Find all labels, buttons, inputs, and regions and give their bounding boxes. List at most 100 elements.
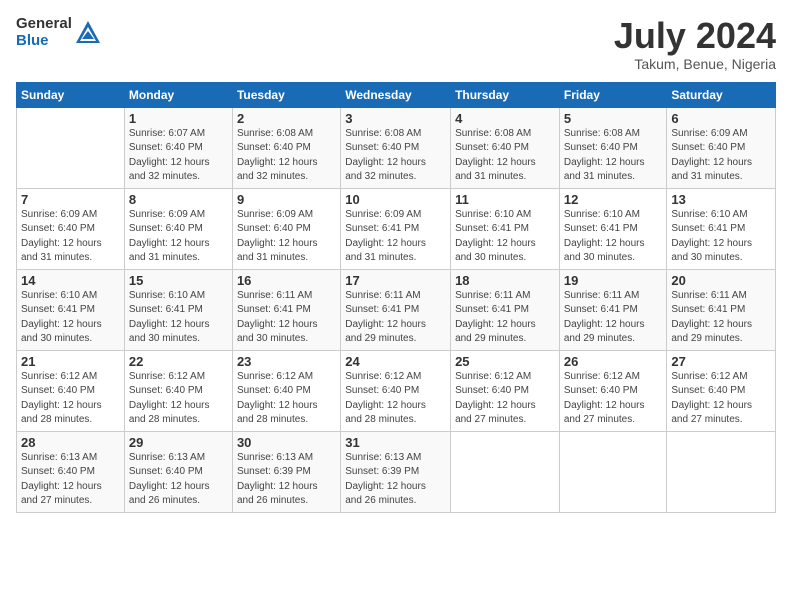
week-row-2: 7Sunrise: 6:09 AM Sunset: 6:40 PM Daylig… xyxy=(17,188,776,269)
col-monday: Monday xyxy=(124,82,232,107)
calendar-table: Sunday Monday Tuesday Wednesday Thursday… xyxy=(16,82,776,513)
day-number: 1 xyxy=(129,111,228,126)
day-number: 15 xyxy=(129,273,228,288)
table-row: 23Sunrise: 6:12 AM Sunset: 6:40 PM Dayli… xyxy=(232,350,340,431)
table-row: 21Sunrise: 6:12 AM Sunset: 6:40 PM Dayli… xyxy=(17,350,125,431)
day-number: 2 xyxy=(237,111,336,126)
day-number: 11 xyxy=(455,192,555,207)
logo-blue: Blue xyxy=(16,33,72,50)
title-block: July 2024 Takum, Benue, Nigeria xyxy=(614,16,776,72)
day-info: Sunrise: 6:13 AM Sunset: 6:39 PM Dayligh… xyxy=(345,451,446,509)
day-info: Sunrise: 6:13 AM Sunset: 6:40 PM Dayligh… xyxy=(21,451,120,509)
table-row: 18Sunrise: 6:11 AM Sunset: 6:41 PM Dayli… xyxy=(451,269,560,350)
table-row: 19Sunrise: 6:11 AM Sunset: 6:41 PM Dayli… xyxy=(559,269,667,350)
table-row: 5Sunrise: 6:08 AM Sunset: 6:40 PM Daylig… xyxy=(559,107,667,188)
table-row: 29Sunrise: 6:13 AM Sunset: 6:40 PM Dayli… xyxy=(124,431,232,512)
week-row-5: 28Sunrise: 6:13 AM Sunset: 6:40 PM Dayli… xyxy=(17,431,776,512)
logo-general: General xyxy=(16,16,72,33)
day-number: 30 xyxy=(237,435,336,450)
day-number: 14 xyxy=(21,273,120,288)
col-friday: Friday xyxy=(559,82,667,107)
col-sunday: Sunday xyxy=(17,82,125,107)
day-info: Sunrise: 6:13 AM Sunset: 6:40 PM Dayligh… xyxy=(129,451,228,509)
week-row-1: 1Sunrise: 6:07 AM Sunset: 6:40 PM Daylig… xyxy=(17,107,776,188)
col-saturday: Saturday xyxy=(667,82,776,107)
table-row: 31Sunrise: 6:13 AM Sunset: 6:39 PM Dayli… xyxy=(341,431,451,512)
day-info: Sunrise: 6:10 AM Sunset: 6:41 PM Dayligh… xyxy=(564,208,663,266)
day-info: Sunrise: 6:09 AM Sunset: 6:40 PM Dayligh… xyxy=(237,208,336,266)
day-info: Sunrise: 6:12 AM Sunset: 6:40 PM Dayligh… xyxy=(129,370,228,428)
day-info: Sunrise: 6:09 AM Sunset: 6:41 PM Dayligh… xyxy=(345,208,446,266)
day-number: 20 xyxy=(671,273,771,288)
week-row-4: 21Sunrise: 6:12 AM Sunset: 6:40 PM Dayli… xyxy=(17,350,776,431)
table-row: 7Sunrise: 6:09 AM Sunset: 6:40 PM Daylig… xyxy=(17,188,125,269)
day-number: 7 xyxy=(21,192,120,207)
table-row: 25Sunrise: 6:12 AM Sunset: 6:40 PM Dayli… xyxy=(451,350,560,431)
day-info: Sunrise: 6:09 AM Sunset: 6:40 PM Dayligh… xyxy=(21,208,120,266)
day-info: Sunrise: 6:13 AM Sunset: 6:39 PM Dayligh… xyxy=(237,451,336,509)
table-row: 20Sunrise: 6:11 AM Sunset: 6:41 PM Dayli… xyxy=(667,269,776,350)
day-info: Sunrise: 6:11 AM Sunset: 6:41 PM Dayligh… xyxy=(564,289,663,347)
table-row: 6Sunrise: 6:09 AM Sunset: 6:40 PM Daylig… xyxy=(667,107,776,188)
day-info: Sunrise: 6:12 AM Sunset: 6:40 PM Dayligh… xyxy=(21,370,120,428)
table-row: 22Sunrise: 6:12 AM Sunset: 6:40 PM Dayli… xyxy=(124,350,232,431)
day-info: Sunrise: 6:09 AM Sunset: 6:40 PM Dayligh… xyxy=(671,127,771,185)
table-row: 4Sunrise: 6:08 AM Sunset: 6:40 PM Daylig… xyxy=(451,107,560,188)
day-number: 6 xyxy=(671,111,771,126)
day-number: 9 xyxy=(237,192,336,207)
day-number: 29 xyxy=(129,435,228,450)
table-row: 10Sunrise: 6:09 AM Sunset: 6:41 PM Dayli… xyxy=(341,188,451,269)
table-row: 9Sunrise: 6:09 AM Sunset: 6:40 PM Daylig… xyxy=(232,188,340,269)
day-number: 21 xyxy=(21,354,120,369)
day-info: Sunrise: 6:08 AM Sunset: 6:40 PM Dayligh… xyxy=(564,127,663,185)
day-info: Sunrise: 6:07 AM Sunset: 6:40 PM Dayligh… xyxy=(129,127,228,185)
day-info: Sunrise: 6:09 AM Sunset: 6:40 PM Dayligh… xyxy=(129,208,228,266)
table-row: 12Sunrise: 6:10 AM Sunset: 6:41 PM Dayli… xyxy=(559,188,667,269)
table-row: 2Sunrise: 6:08 AM Sunset: 6:40 PM Daylig… xyxy=(232,107,340,188)
day-info: Sunrise: 6:10 AM Sunset: 6:41 PM Dayligh… xyxy=(21,289,120,347)
day-info: Sunrise: 6:12 AM Sunset: 6:40 PM Dayligh… xyxy=(345,370,446,428)
week-row-3: 14Sunrise: 6:10 AM Sunset: 6:41 PM Dayli… xyxy=(17,269,776,350)
table-row: 8Sunrise: 6:09 AM Sunset: 6:40 PM Daylig… xyxy=(124,188,232,269)
table-row: 30Sunrise: 6:13 AM Sunset: 6:39 PM Dayli… xyxy=(232,431,340,512)
table-row: 16Sunrise: 6:11 AM Sunset: 6:41 PM Dayli… xyxy=(232,269,340,350)
location: Takum, Benue, Nigeria xyxy=(614,56,776,72)
day-info: Sunrise: 6:11 AM Sunset: 6:41 PM Dayligh… xyxy=(237,289,336,347)
day-number: 16 xyxy=(237,273,336,288)
table-row: 3Sunrise: 6:08 AM Sunset: 6:40 PM Daylig… xyxy=(341,107,451,188)
day-number: 3 xyxy=(345,111,446,126)
month-title: July 2024 xyxy=(614,16,776,56)
table-row: 26Sunrise: 6:12 AM Sunset: 6:40 PM Dayli… xyxy=(559,350,667,431)
day-info: Sunrise: 6:12 AM Sunset: 6:40 PM Dayligh… xyxy=(237,370,336,428)
day-number: 10 xyxy=(345,192,446,207)
day-info: Sunrise: 6:12 AM Sunset: 6:40 PM Dayligh… xyxy=(455,370,555,428)
day-number: 28 xyxy=(21,435,120,450)
table-row: 28Sunrise: 6:13 AM Sunset: 6:40 PM Dayli… xyxy=(17,431,125,512)
logo-text: General Blue xyxy=(16,16,72,49)
day-info: Sunrise: 6:08 AM Sunset: 6:40 PM Dayligh… xyxy=(455,127,555,185)
day-number: 25 xyxy=(455,354,555,369)
header-row: Sunday Monday Tuesday Wednesday Thursday… xyxy=(17,82,776,107)
day-info: Sunrise: 6:11 AM Sunset: 6:41 PM Dayligh… xyxy=(455,289,555,347)
table-row xyxy=(17,107,125,188)
day-number: 23 xyxy=(237,354,336,369)
table-row: 17Sunrise: 6:11 AM Sunset: 6:41 PM Dayli… xyxy=(341,269,451,350)
col-thursday: Thursday xyxy=(451,82,560,107)
day-number: 27 xyxy=(671,354,771,369)
day-number: 17 xyxy=(345,273,446,288)
day-number: 13 xyxy=(671,192,771,207)
table-row: 1Sunrise: 6:07 AM Sunset: 6:40 PM Daylig… xyxy=(124,107,232,188)
header: General Blue July 2024 Takum, Benue, Nig… xyxy=(16,16,776,72)
day-info: Sunrise: 6:08 AM Sunset: 6:40 PM Dayligh… xyxy=(237,127,336,185)
table-row xyxy=(667,431,776,512)
col-wednesday: Wednesday xyxy=(341,82,451,107)
table-row: 11Sunrise: 6:10 AM Sunset: 6:41 PM Dayli… xyxy=(451,188,560,269)
day-number: 12 xyxy=(564,192,663,207)
day-number: 26 xyxy=(564,354,663,369)
day-number: 8 xyxy=(129,192,228,207)
day-number: 5 xyxy=(564,111,663,126)
logo-icon xyxy=(74,19,102,47)
day-info: Sunrise: 6:12 AM Sunset: 6:40 PM Dayligh… xyxy=(564,370,663,428)
day-number: 18 xyxy=(455,273,555,288)
table-row: 13Sunrise: 6:10 AM Sunset: 6:41 PM Dayli… xyxy=(667,188,776,269)
